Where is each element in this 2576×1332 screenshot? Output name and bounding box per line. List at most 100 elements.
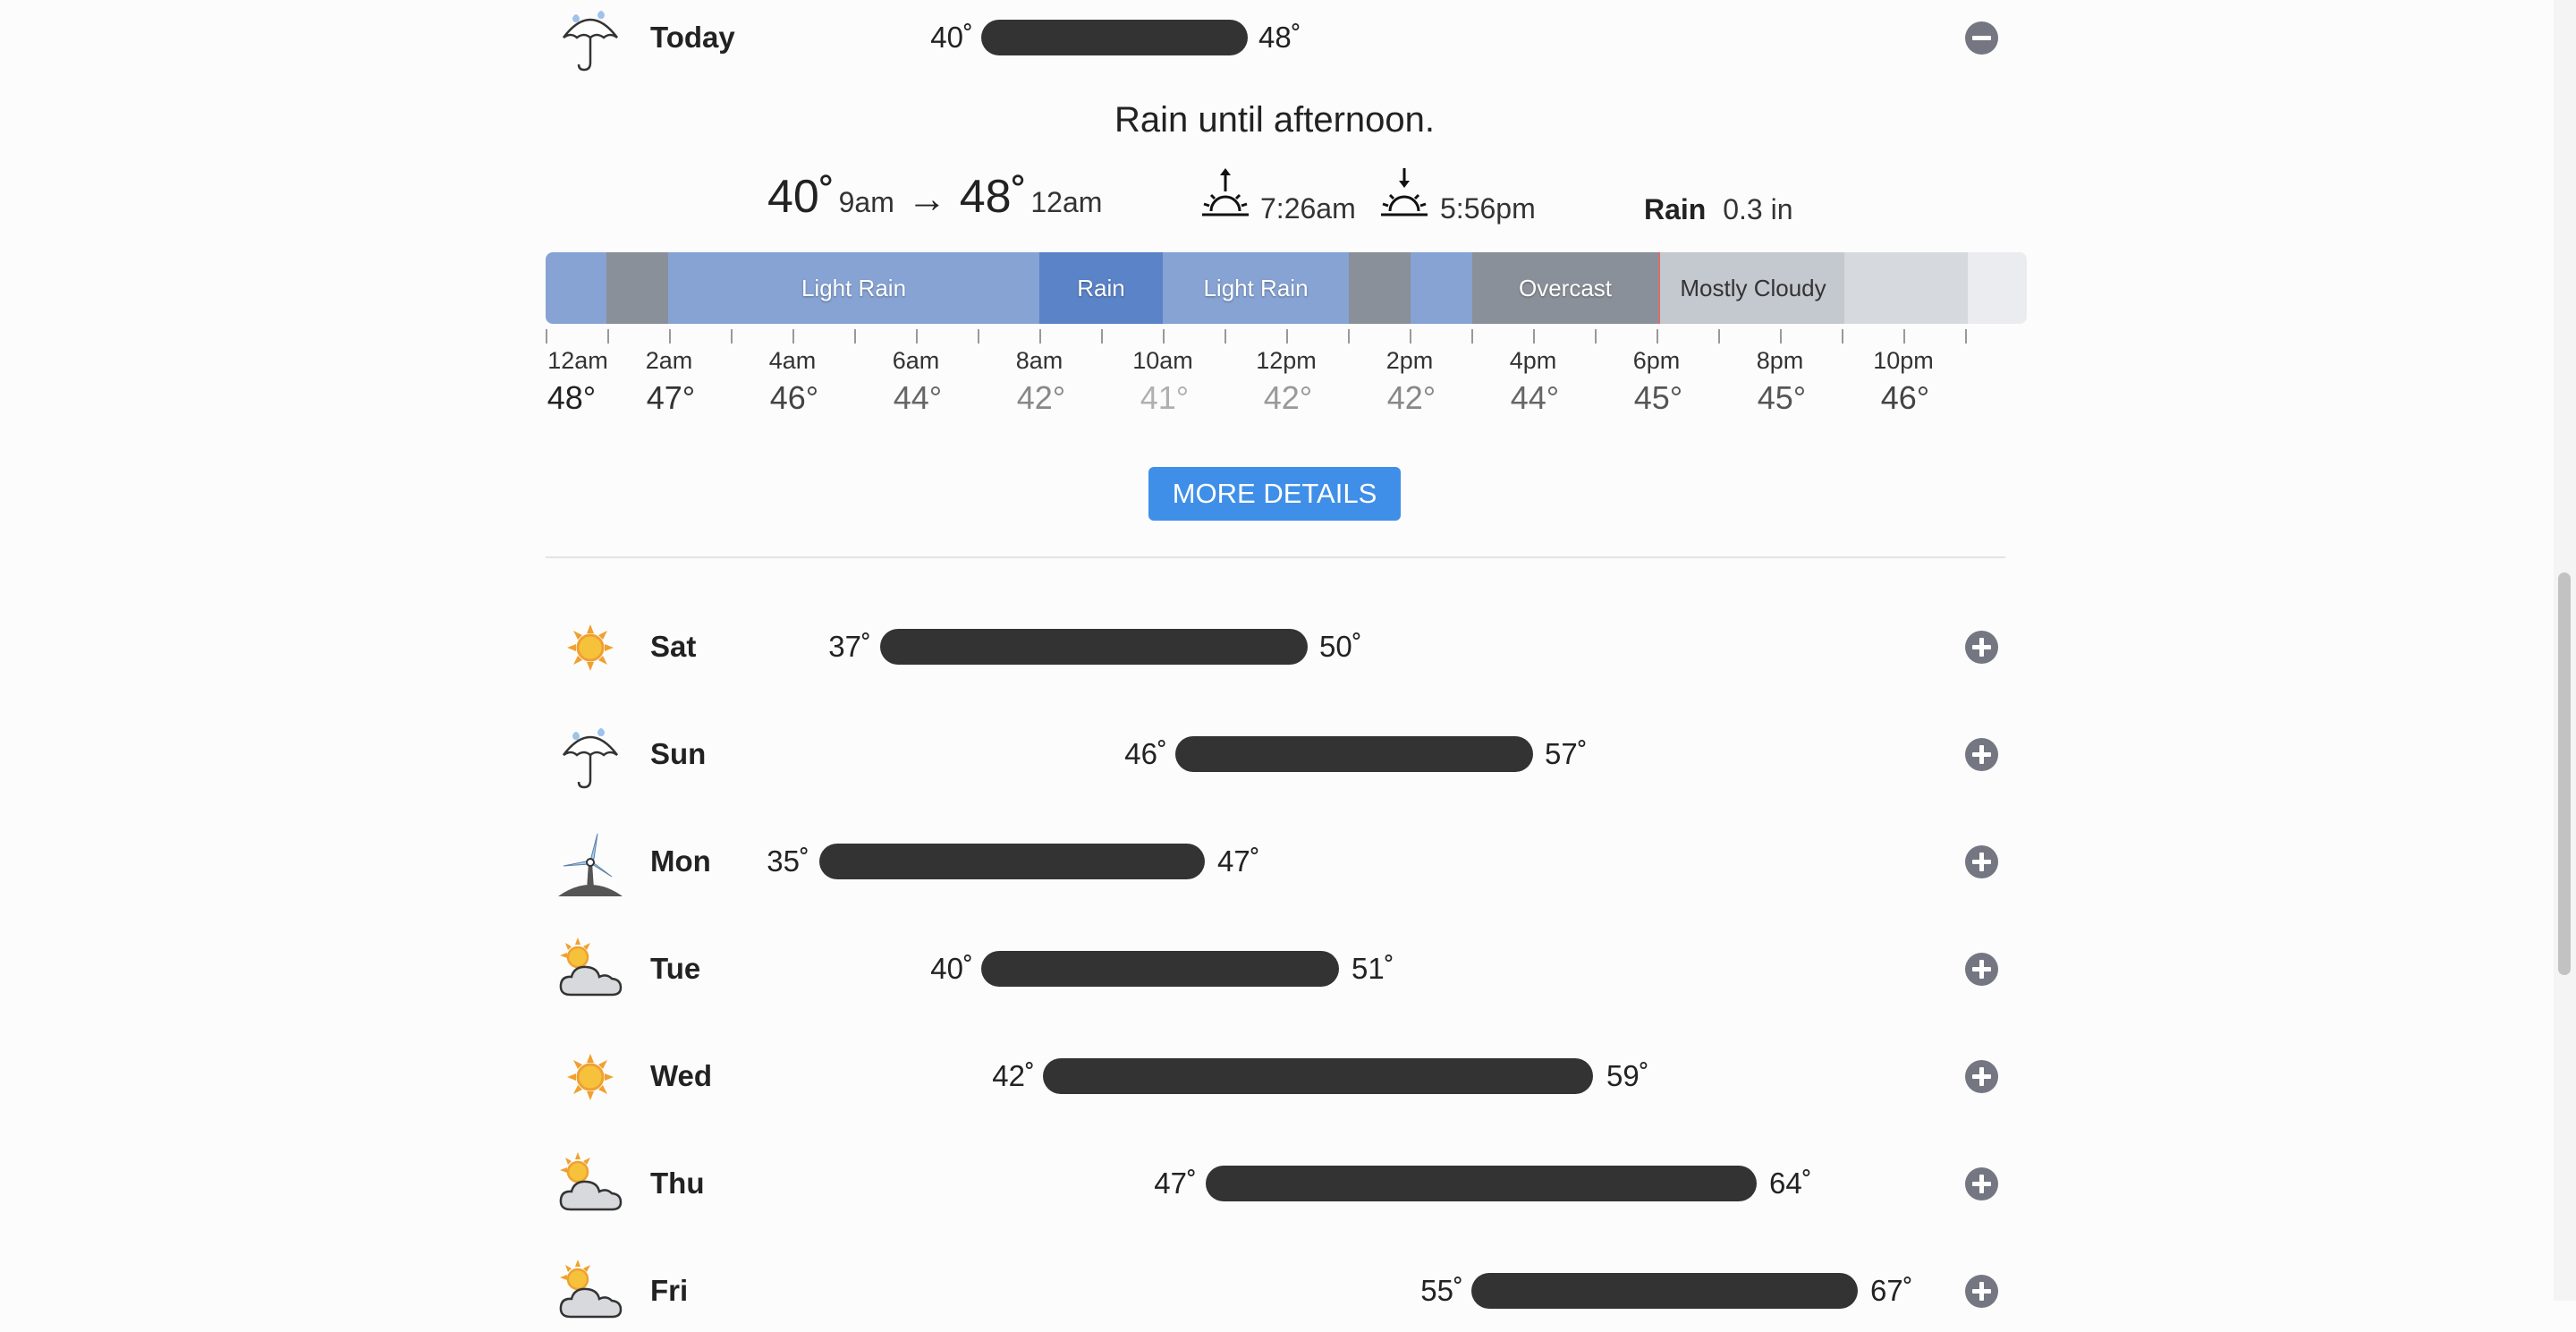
hour-temp: 42° <box>1263 379 1313 416</box>
timeline-tick <box>731 329 733 344</box>
timeline-tick <box>669 329 671 344</box>
timeline-tick <box>1595 329 1597 344</box>
timeline-segment: Light Rain <box>668 252 1039 324</box>
today-label: Today <box>650 21 735 54</box>
timeline-segment <box>1968 252 2027 324</box>
day-name: Tue <box>650 952 701 985</box>
high-temp: 48˚ <box>959 171 1027 223</box>
timeline-tick <box>546 329 547 344</box>
day-low: 40˚ <box>930 952 973 985</box>
timeline-tick <box>978 329 979 344</box>
day-low: 46˚ <box>1124 737 1167 770</box>
day-temp-bar <box>1471 1273 1858 1309</box>
divider <box>546 556 2005 558</box>
partly-cloudy-icon <box>555 1149 626 1220</box>
timeline-segment <box>546 252 606 324</box>
timeline-tick <box>1533 329 1535 344</box>
hour-label: 10pm <box>1873 347 1934 374</box>
timeline-segment: Overcast <box>1472 252 1658 324</box>
expand-day-button[interactable] <box>1965 953 1998 986</box>
timeline-tick <box>1286 329 1288 344</box>
day-high: 57˚ <box>1545 737 1588 770</box>
timeline-tick <box>916 329 918 344</box>
day-name: Thu <box>650 1167 705 1200</box>
precip-label: Rain <box>1644 193 1707 225</box>
timeline-segment <box>1844 252 1968 324</box>
day-low: 47˚ <box>1154 1167 1197 1200</box>
timeline-tick <box>1965 329 1967 344</box>
sunset-time: 5:56pm <box>1440 192 1536 225</box>
day-high: 50˚ <box>1319 630 1362 663</box>
expand-day-button[interactable] <box>1965 1167 1998 1200</box>
collapse-today-button[interactable] <box>1965 21 1998 55</box>
timeline-tick <box>1780 329 1782 344</box>
sunrise-time: 7:26am <box>1260 192 1356 225</box>
expand-day-button[interactable] <box>1965 1060 1998 1093</box>
hour-label: 4pm <box>1509 347 1557 374</box>
day-high: 51˚ <box>1352 952 1394 985</box>
hour-label: 2am <box>645 347 693 374</box>
expand-day-button[interactable] <box>1965 738 1998 771</box>
today-temp-bar <box>981 20 1248 55</box>
day-name: Fri <box>650 1274 689 1307</box>
day-high: 67˚ <box>1870 1274 1913 1307</box>
timeline-tick <box>1657 329 1658 344</box>
hour-temp: 48° <box>547 379 597 416</box>
umbrella-rain-icon <box>555 719 626 791</box>
day-low: 55˚ <box>1420 1274 1463 1307</box>
hour-temp: 44° <box>893 379 943 416</box>
hour-label: 2pm <box>1385 347 1434 374</box>
low-time: 9am <box>838 186 894 218</box>
day-low: 35˚ <box>767 844 809 878</box>
day-name: Sat <box>650 630 697 663</box>
hour-label: 6am <box>892 347 940 374</box>
today-range: 40˚ 9am → 48˚ 12am <box>767 170 1102 224</box>
timeline-tick <box>1718 329 1720 344</box>
wind-turbine-icon <box>555 827 626 898</box>
hour-label: 12pm <box>1256 347 1317 374</box>
partly-cloudy-icon <box>555 1256 626 1328</box>
hour-temp: 45° <box>1757 379 1807 416</box>
hour-label: 8am <box>1015 347 1063 374</box>
day-temp-bar <box>819 844 1205 879</box>
low-temp: 40˚ <box>767 171 835 223</box>
hour-temp: 42° <box>1016 379 1066 416</box>
more-details-button[interactable]: MORE DETAILS <box>1148 467 1401 521</box>
timeline-tick <box>792 329 794 344</box>
day-temp-bar <box>880 629 1308 665</box>
day-temp-bar <box>1175 736 1533 772</box>
day-name: Sun <box>650 737 707 770</box>
scrollbar-thumb[interactable] <box>2558 573 2571 975</box>
timeline-tick <box>1039 329 1041 344</box>
day-low: 37˚ <box>828 630 871 663</box>
sun-icon <box>555 612 626 683</box>
timeline-tick <box>1903 329 1905 344</box>
hour-label: 8pm <box>1756 347 1804 374</box>
day-low: 42˚ <box>992 1059 1035 1092</box>
sunset-icon <box>1377 165 1431 226</box>
precip-value: 0.3 in <box>1723 193 1793 225</box>
day-temp-bar <box>981 951 1339 987</box>
timeline-tick <box>1842 329 1843 344</box>
timeline-tick <box>1348 329 1350 344</box>
sun-icon <box>555 1041 626 1113</box>
hour-label: 10am <box>1132 347 1193 374</box>
expand-day-button[interactable] <box>1965 1275 1998 1308</box>
precip-summary: Rain 0.3 in <box>1644 193 1793 226</box>
timeline-segment <box>1349 252 1411 324</box>
high-time: 12am <box>1030 186 1103 218</box>
timeline-tick <box>854 329 856 344</box>
day-high: 64˚ <box>1769 1167 1812 1200</box>
day-temp-bar <box>1206 1166 1757 1201</box>
timeline-segment: Mostly Cloudy <box>1658 252 1846 324</box>
today-low: 40˚ <box>930 21 973 54</box>
timeline-tick <box>1471 329 1473 344</box>
expand-day-button[interactable] <box>1965 631 1998 664</box>
hourly-timeline: Light Rain Rain Light Rain Overcast Most… <box>546 252 2027 324</box>
timeline-tick <box>1410 329 1411 344</box>
hour-temp: 46° <box>769 379 819 416</box>
hour-temp: 47° <box>646 379 696 416</box>
hour-label: 4am <box>768 347 817 374</box>
timeline-tick <box>1224 329 1226 344</box>
expand-day-button[interactable] <box>1965 845 1998 878</box>
